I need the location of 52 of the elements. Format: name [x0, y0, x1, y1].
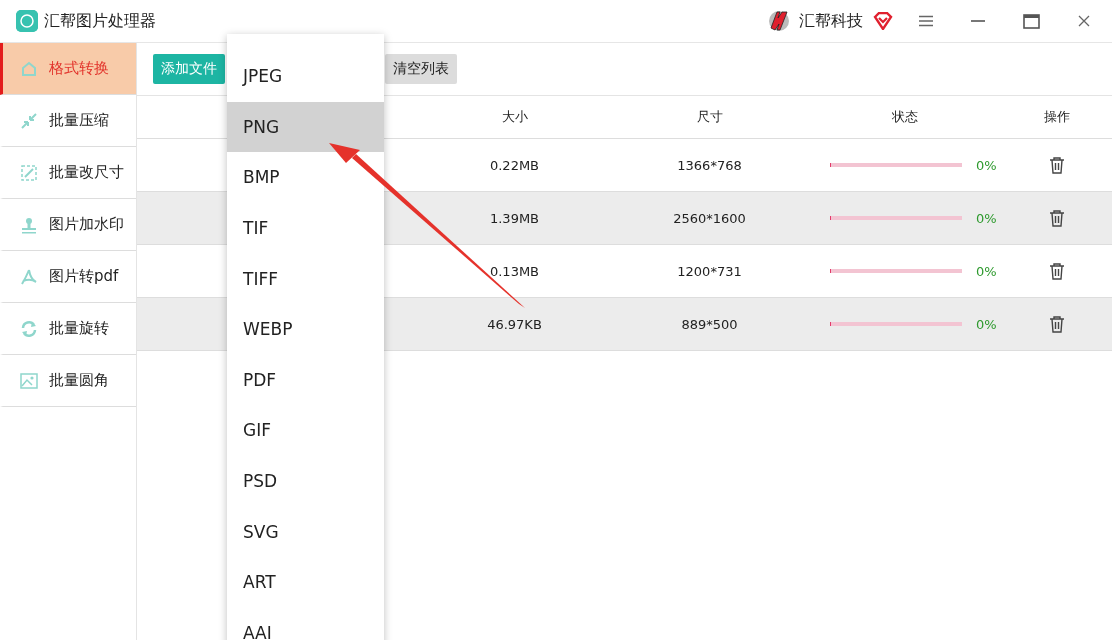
window-title: 汇帮图片处理器: [44, 10, 156, 32]
app-logo-icon: [16, 10, 38, 32]
progress-percent: 0%: [976, 263, 998, 279]
format-option[interactable]: ART: [227, 556, 384, 608]
compress-icon: [19, 110, 39, 131]
progress-percent: 0%: [976, 316, 998, 332]
table-cell-text: 889*500: [680, 316, 739, 332]
close-icon[interactable]: [1078, 15, 1090, 27]
format-option[interactable]: PSD: [227, 455, 384, 507]
sidebar-item[interactable]: 批量圆角: [0, 355, 136, 407]
table-cell-text: 1366*768: [676, 157, 743, 173]
sidebar-item[interactable]: 图片加水印: [0, 199, 136, 251]
format-option[interactable]: WEBP: [227, 303, 384, 355]
minimize-icon[interactable]: [971, 19, 985, 23]
format-option[interactable]: PDF: [227, 354, 384, 406]
table-cell-text: 1.39MB: [488, 210, 541, 226]
resize-icon: [19, 162, 39, 183]
diamond-icon[interactable]: [873, 12, 893, 30]
progress-percent: 0%: [976, 210, 998, 226]
format-option[interactable]: TIFF: [227, 253, 384, 304]
menu-icon[interactable]: [919, 15, 933, 27]
brand-logo-icon: [767, 8, 791, 34]
brand-name: 汇帮科技: [799, 10, 863, 32]
column-header: 大小: [500, 108, 529, 126]
maximize-icon[interactable]: [1023, 13, 1040, 29]
format-option[interactable]: TIF: [227, 202, 384, 254]
format-option[interactable]: BMP: [227, 152, 384, 203]
sidebar-item[interactable]: 图片转pdf: [0, 251, 136, 303]
trash-icon[interactable]: [1049, 156, 1065, 174]
format-option[interactable]: JPEG: [227, 51, 384, 102]
rotate-icon: [19, 318, 39, 339]
table-cell-text: 2560*1600: [672, 210, 747, 226]
trash-icon[interactable]: [1049, 315, 1065, 333]
sidebar-item[interactable]: 批量改尺寸: [0, 147, 136, 199]
format-option[interactable]: PNG: [227, 101, 384, 153]
table-cell-text: 1200*731: [676, 263, 743, 279]
image-icon: [19, 370, 39, 391]
progress-percent: 0%: [976, 157, 998, 173]
trash-icon[interactable]: [1049, 209, 1065, 227]
sidebar-item[interactable]: 批量压缩: [0, 95, 136, 147]
format-option[interactable]: SVG: [227, 506, 384, 557]
column-header: 操作: [1043, 108, 1071, 126]
sidebar-item[interactable]: 批量旋转: [0, 303, 136, 355]
table-cell-text: 0.13MB: [488, 263, 541, 279]
format-option[interactable]: GIF: [227, 405, 384, 456]
table-cell-text: 0.22MB: [488, 157, 541, 173]
format-option[interactable]: AAI: [227, 607, 384, 640]
trash-icon[interactable]: [1049, 262, 1065, 280]
column-header: 状态: [890, 108, 919, 126]
clear-list-button[interactable]: 清空列表: [385, 54, 457, 84]
column-header: 尺寸: [695, 108, 724, 126]
table-cell-text: 46.97KB: [486, 316, 543, 332]
